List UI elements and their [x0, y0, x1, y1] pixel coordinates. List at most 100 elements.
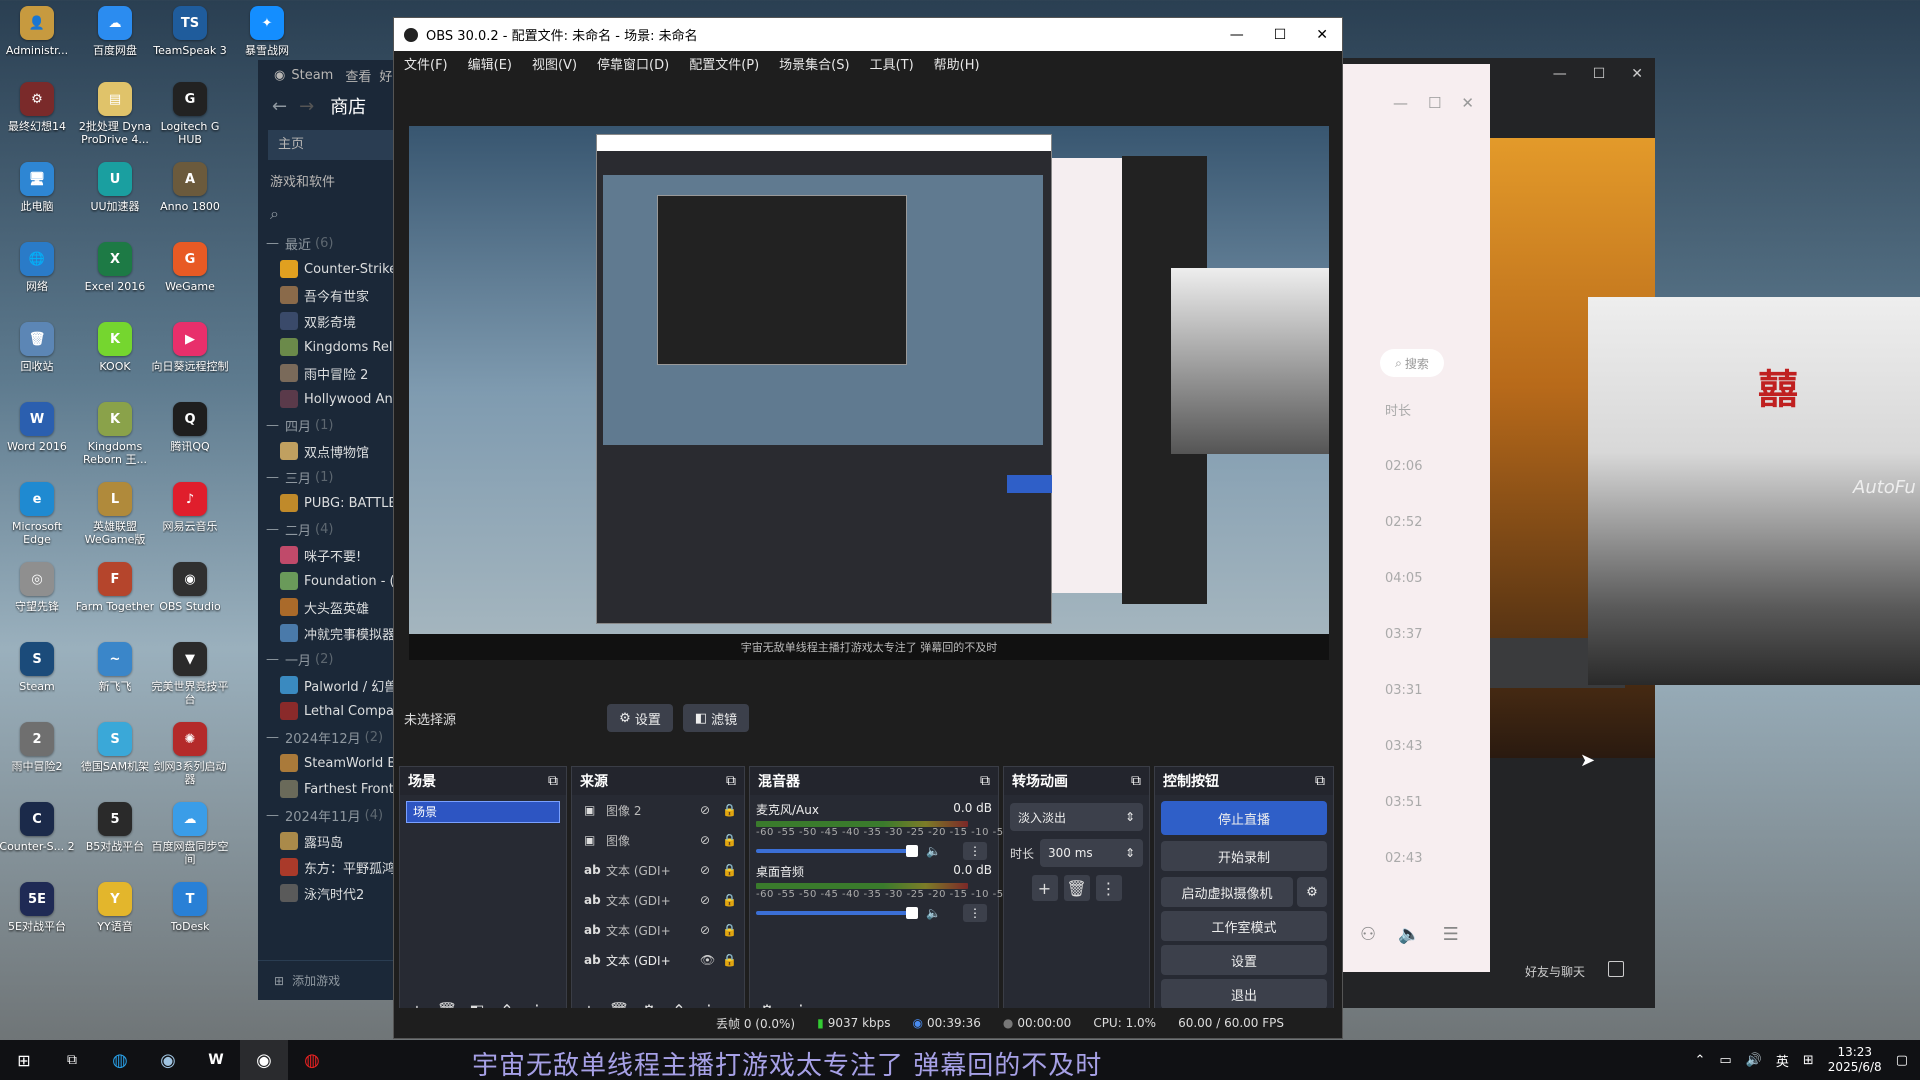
- steam-menu-friends[interactable]: 好: [379, 66, 392, 85]
- desktop-icon[interactable]: e Microsoft Edge: [0, 482, 77, 546]
- steam-brand[interactable]: Steam: [291, 68, 333, 83]
- task-view-icon[interactable]: ⧉: [48, 1040, 96, 1080]
- steam-menu-view[interactable]: 查看: [345, 66, 371, 85]
- library-game-item[interactable]: 咪子不要!: [258, 542, 408, 568]
- library-game-item[interactable]: 冲就完事模拟器: [258, 620, 408, 646]
- desktop-icon[interactable]: A Anno 1800: [150, 162, 230, 213]
- desktop-icon[interactable]: U UU加速器: [75, 162, 155, 213]
- lock-icon[interactable]: 🔒: [722, 803, 744, 817]
- search-icon[interactable]: ⌕: [270, 204, 396, 224]
- maximize-icon[interactable]: ☐: [1274, 27, 1287, 43]
- library-group-header[interactable]: — 四月 (1): [258, 412, 408, 438]
- library-game-item[interactable]: 泳汽时代2: [258, 880, 408, 906]
- hidden-eye-icon[interactable]: ⊘: [700, 803, 722, 817]
- source-item[interactable]: ab 文本 (GDI+ ⊘ 🔒: [572, 885, 744, 915]
- source-filters-button[interactable]: ◧ 滤镜: [683, 704, 749, 732]
- undock-icon[interactable]: ⧉: [726, 773, 736, 789]
- clock[interactable]: 13:23 2025/6/8: [1828, 1045, 1882, 1075]
- desktop-icon[interactable]: X Excel 2016: [75, 242, 155, 293]
- library-group-header[interactable]: — 一月 (2): [258, 646, 408, 672]
- desktop-icon[interactable]: ~ 新飞飞: [75, 642, 155, 693]
- close-icon[interactable]: ✕: [1316, 27, 1328, 43]
- desktop-icon[interactable]: Y YY语音: [75, 882, 155, 933]
- library-game-item[interactable]: 东方：平野孤鸿: [258, 854, 408, 880]
- desktop-icon[interactable]: K Kingdoms Reborn 王...: [75, 402, 155, 466]
- library-game-item[interactable]: SteamWorld B: [258, 750, 408, 776]
- remove-transition-icon[interactable]: 🗑: [1063, 875, 1090, 901]
- hidden-eye-icon[interactable]: ⊘: [700, 863, 722, 877]
- desktop-icon[interactable]: 5E 5E对战平台: [0, 882, 77, 933]
- source-item[interactable]: ab 文本 (GDI+ 👁 🔒: [572, 945, 744, 975]
- ime-indicator[interactable]: 英: [1776, 1051, 1789, 1070]
- desktop-icon[interactable]: 🖥 此电脑: [0, 162, 77, 213]
- wegame-taskbar-icon[interactable]: W: [192, 1040, 240, 1080]
- desktop-icon[interactable]: ✦ 暴雪战网: [227, 6, 307, 57]
- add-transition-icon[interactable]: +: [1031, 875, 1058, 901]
- music-window[interactable]: — ☐ ✕ ⌕ 搜索 时长 02:06 02:52 04:05 03:37 03:31 03…: [1340, 64, 1490, 972]
- steam-page-title[interactable]: 商店: [330, 93, 366, 119]
- desktop-icon[interactable]: Q 腾讯QQ: [150, 402, 230, 453]
- network-icon[interactable]: ▭: [1719, 1053, 1731, 1068]
- desktop-icon[interactable]: ☁ 百度网盘同步空间: [150, 802, 230, 866]
- menu-item[interactable]: 文件(F): [404, 54, 448, 73]
- volume-icon[interactable]: 🔈: [1398, 924, 1420, 945]
- library-game-item[interactable]: Lethal Compar: [258, 698, 408, 724]
- desktop-icon[interactable]: ▼ 完美世界竞技平台: [150, 642, 230, 706]
- desktop-icon[interactable]: 🗑 回收站: [0, 322, 77, 373]
- menu-item[interactable]: 编辑(E): [468, 54, 512, 73]
- menu-item[interactable]: 配置文件(P): [689, 54, 759, 73]
- desktop-icon[interactable]: 🌐 网络: [0, 242, 77, 293]
- desktop-icon[interactable]: G Logitech G HUB: [150, 82, 230, 146]
- lock-icon[interactable]: 🔒: [722, 893, 744, 907]
- source-item[interactable]: ab 文本 (GDI+ ⊘ 🔒: [572, 855, 744, 885]
- undock-icon[interactable]: ⧉: [548, 773, 558, 789]
- volume-slider[interactable]: [756, 845, 918, 857]
- library-game-item[interactable]: 吾今有世家: [258, 282, 408, 308]
- desktop-icon[interactable]: ♪ 网易云音乐: [150, 482, 230, 533]
- back-arrow-icon[interactable]: ←: [272, 96, 287, 117]
- start-record-button[interactable]: 开始录制: [1161, 841, 1327, 871]
- netease-music-taskbar-icon[interactable]: ◍: [288, 1040, 336, 1080]
- hidden-eye-icon[interactable]: ⊘: [700, 893, 722, 907]
- speaker-icon[interactable]: 🔈: [926, 844, 941, 858]
- library-game-item[interactable]: PUBG: BATTLE: [258, 490, 408, 516]
- lock-icon[interactable]: 🔒: [722, 833, 744, 847]
- library-group-header[interactable]: — 二月 (4): [258, 516, 408, 542]
- maximize-icon[interactable]: ☐: [1428, 94, 1441, 112]
- desktop-icon[interactable]: L 英雄联盟WeGame版: [75, 482, 155, 546]
- duration-input[interactable]: 300 ms ⇕: [1040, 839, 1143, 867]
- channel-menu-icon[interactable]: ⋮: [962, 904, 987, 922]
- library-game-item[interactable]: Palworld / 幻兽: [258, 672, 408, 698]
- tray-chevron-icon[interactable]: ⌃: [1694, 1053, 1705, 1068]
- library-game-item[interactable]: Foundation - (: [258, 568, 408, 594]
- friends-chat-label[interactable]: 好友与聊天: [1525, 963, 1585, 980]
- desktop-icon[interactable]: ☁ 百度网盘: [75, 6, 155, 57]
- lock-icon[interactable]: 🔒: [722, 923, 744, 937]
- source-item[interactable]: ab 文本 (GDI+ ⊘ 🔒: [572, 915, 744, 945]
- desktop-icon[interactable]: W Word 2016: [0, 402, 77, 453]
- start-icon[interactable]: ⊞: [0, 1040, 48, 1080]
- source-item[interactable]: ▣ 图像 ⊘ 🔒: [572, 825, 744, 855]
- library-game-item[interactable]: 雨中冒险 2: [258, 360, 408, 386]
- virtual-camera-settings-icon[interactable]: ⚙: [1297, 877, 1327, 907]
- desktop-icon[interactable]: ⚙ 最终幻想14: [0, 82, 77, 133]
- menu-item[interactable]: 工具(T): [870, 54, 914, 73]
- obs-preview[interactable]: 宇宙无敌单线程主播打游戏太专注了 弹幕回的不及时: [409, 126, 1329, 660]
- desktop-icon[interactable]: S Steam: [0, 642, 77, 693]
- volume-slider[interactable]: [756, 907, 918, 919]
- desktop-icon[interactable]: 5 B5对战平台: [75, 802, 155, 853]
- hidden-eye-icon[interactable]: ⊘: [700, 923, 722, 937]
- menu-item[interactable]: 帮助(H): [934, 54, 980, 73]
- chat-icon[interactable]: [1608, 961, 1624, 977]
- obs-titlebar[interactable]: OBS 30.0.2 - 配置文件: 未命名 - 场景: 未命名 — ☐ ✕: [394, 18, 1342, 51]
- undock-icon[interactable]: ⧉: [1131, 773, 1141, 789]
- library-game-item[interactable]: 双点博物馆: [258, 438, 408, 464]
- desktop-icon[interactable]: C Counter-S... 2: [0, 802, 77, 853]
- lock-icon[interactable]: 🔒: [722, 953, 744, 967]
- slider-handle[interactable]: [906, 845, 918, 857]
- menu-item[interactable]: 停靠窗口(D): [597, 54, 669, 73]
- desktop-icon[interactable]: F Farm Together: [75, 562, 155, 613]
- menu-item[interactable]: 场景集合(S): [779, 54, 849, 73]
- steam-window[interactable]: ◉ Steam 查看 好 ← → 商店 主页 游戏和软件 ⌕ — 最近 (6) Cou…: [258, 60, 408, 1000]
- studio-mode-button[interactable]: 工作室模式: [1161, 911, 1327, 941]
